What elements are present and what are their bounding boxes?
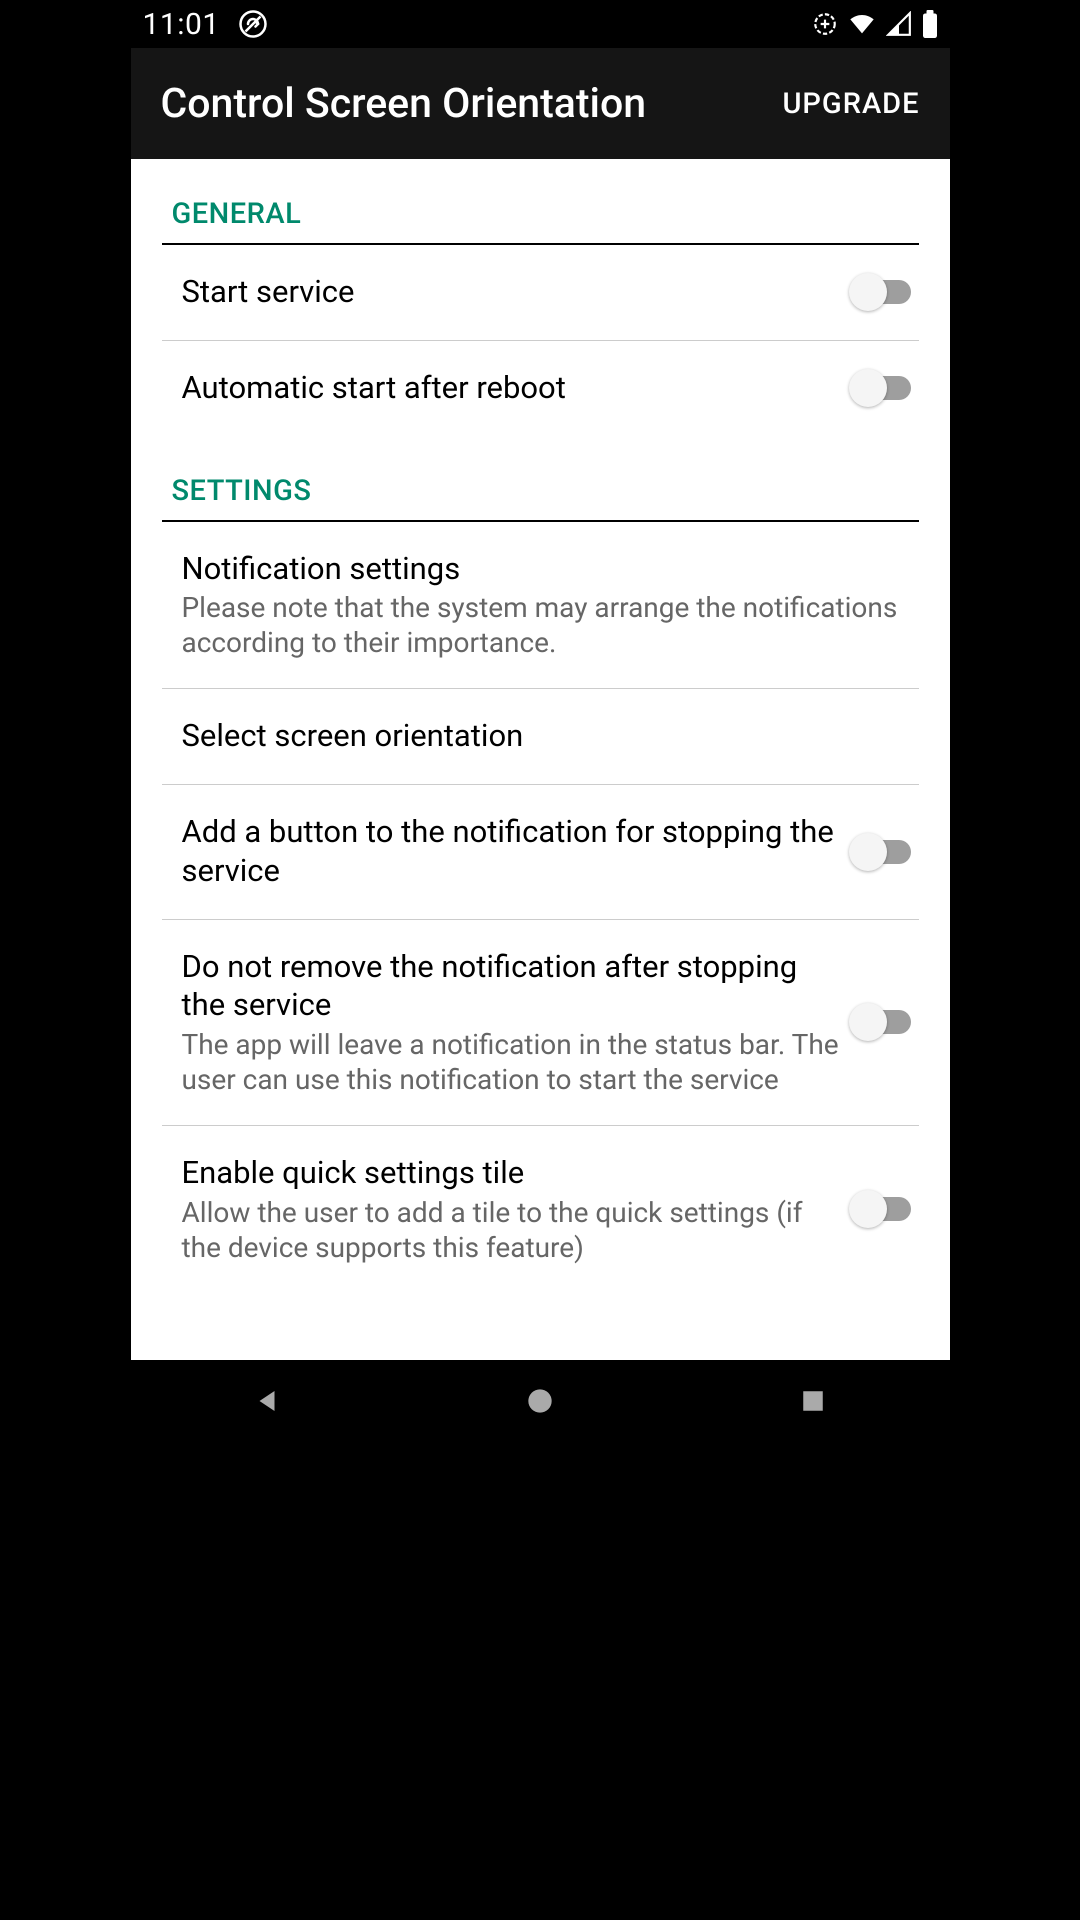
- status-time: 11:01: [143, 7, 220, 42]
- data-saver-icon: [812, 11, 838, 37]
- row-text: Add a button to the notification for sto…: [182, 813, 855, 891]
- row-text: Notification settings Please note that t…: [182, 550, 919, 661]
- row-text: Enable quick settings tile Allow the use…: [182, 1154, 855, 1265]
- upgrade-button[interactable]: UPGRADE: [782, 87, 919, 121]
- row-do-not-remove-notif[interactable]: Do not remove the notification after sto…: [162, 920, 919, 1127]
- android-nav-bar: [131, 1360, 950, 1441]
- nav-recent-button[interactable]: [783, 1371, 843, 1431]
- row-notification-settings[interactable]: Notification settings Please note that t…: [162, 522, 919, 690]
- rotation-lock-icon: [238, 9, 268, 39]
- toggle-quick-settings-tile[interactable]: [855, 1197, 911, 1221]
- row-text: Do not remove the notification after sto…: [182, 948, 855, 1098]
- nav-home-button[interactable]: [510, 1371, 570, 1431]
- toggle-add-notif-button[interactable]: [855, 840, 911, 864]
- row-title: Start service: [182, 273, 843, 312]
- row-subtitle: The app will leave a notification in the…: [182, 1027, 843, 1097]
- row-title: Notification settings: [182, 550, 907, 589]
- row-title: Automatic start after reboot: [182, 369, 843, 408]
- page-title: Control Screen Orientation: [161, 80, 647, 128]
- toggle-start-service[interactable]: [855, 280, 911, 304]
- status-left: 11:01: [143, 7, 268, 42]
- row-text: Select screen orientation: [182, 717, 919, 756]
- row-title: Do not remove the notification after sto…: [182, 948, 843, 1026]
- row-subtitle: Allow the user to add a tile to the quic…: [182, 1195, 843, 1265]
- toggle-do-not-remove-notif[interactable]: [855, 1010, 911, 1034]
- row-text: Start service: [182, 273, 855, 312]
- toggle-auto-start[interactable]: [855, 376, 911, 400]
- nav-back-button[interactable]: [237, 1371, 297, 1431]
- status-right: [812, 10, 938, 38]
- app-bar: Control Screen Orientation UPGRADE: [131, 48, 950, 159]
- android-status-bar: 11:01: [131, 0, 950, 48]
- row-auto-start[interactable]: Automatic start after reboot: [162, 341, 919, 436]
- row-quick-settings-tile[interactable]: Enable quick settings tile Allow the use…: [162, 1126, 919, 1293]
- row-text: Automatic start after reboot: [182, 369, 855, 408]
- row-start-service[interactable]: Start service: [162, 245, 919, 341]
- section-header-general: GENERAL: [162, 159, 919, 245]
- row-title: Add a button to the notification for sto…: [182, 813, 843, 891]
- row-select-orientation[interactable]: Select screen orientation: [162, 689, 919, 785]
- row-title: Enable quick settings tile: [182, 1154, 843, 1193]
- settings-content: GENERAL Start service Automatic start af…: [131, 159, 950, 1360]
- cellular-signal-icon: [886, 11, 912, 37]
- row-add-notif-button[interactable]: Add a button to the notification for sto…: [162, 785, 919, 920]
- battery-icon: [922, 10, 938, 38]
- section-header-settings: SETTINGS: [162, 436, 919, 522]
- row-subtitle: Please note that the system may arrange …: [182, 590, 907, 660]
- row-title: Select screen orientation: [182, 717, 907, 756]
- wifi-icon: [848, 10, 876, 38]
